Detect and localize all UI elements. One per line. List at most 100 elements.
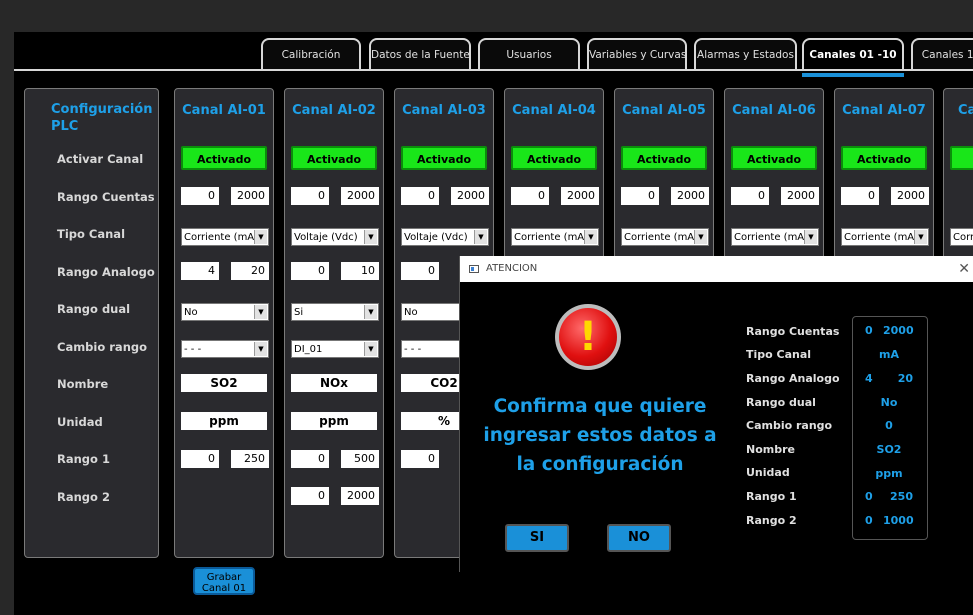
counts-min-input[interactable]: 0 — [511, 187, 549, 205]
tab-calibracion[interactable]: Calibración — [261, 38, 361, 69]
cambio-rango-select[interactable]: DI_01 ▼ — [291, 340, 379, 358]
counts-min-input[interactable]: 0 — [291, 187, 329, 205]
chevron-down-icon: ▼ — [914, 230, 927, 244]
unidad-input[interactable]: ppm — [181, 412, 267, 430]
activate-button[interactable]: Activado — [511, 146, 597, 170]
tab-canales-01-10[interactable]: Canales 01 -10 — [802, 38, 904, 71]
activate-button[interactable]: Activado — [401, 146, 487, 170]
tipo-canal-select[interactable]: Voltaje (Vdc) ▼ — [401, 228, 489, 246]
grabar-canal-button[interactable]: Grabar Canal 01 — [193, 567, 255, 595]
channel-title: Ca — [958, 103, 973, 118]
config-plc-title: Configuración PLC — [51, 102, 153, 134]
row-label-rango-dual: Rango dual — [57, 302, 131, 316]
tipo-canal-value: Corriente (mA) — [734, 232, 809, 243]
counts-min-input[interactable]: 0 — [401, 187, 439, 205]
cambio-rango-select[interactable]: - - - ▼ — [181, 340, 269, 358]
chevron-down-icon: ▼ — [254, 230, 267, 244]
rango1-max-input[interactable]: 250 — [231, 450, 269, 468]
activate-button[interactable]: Activado — [841, 146, 927, 170]
summary-label-rango-2: Rango 2 — [746, 514, 797, 527]
value-max: 250 — [890, 490, 913, 503]
rango-dual-select[interactable]: Si ▼ — [291, 303, 379, 321]
activate-button[interactable]: Activado — [181, 146, 267, 170]
no-button[interactable]: NO — [607, 524, 671, 552]
tipo-canal-value: Corri — [953, 232, 973, 243]
rango1-min-input[interactable]: 0 — [181, 450, 219, 468]
value-max: 1000 — [883, 514, 914, 527]
counts-min-input[interactable]: 0 — [621, 187, 659, 205]
counts-max-input[interactable]: 2000 — [671, 187, 709, 205]
analog-max-input[interactable]: 20 — [231, 262, 269, 280]
tipo-canal-select[interactable]: Corriente (mA) ▼ — [731, 228, 819, 246]
summary-label-rango-1: Rango 1 — [746, 490, 797, 503]
tipo-canal-select[interactable]: Voltaje (Vdc) ▼ — [291, 228, 379, 246]
tipo-canal-value: Corriente (mA) — [184, 232, 259, 243]
grabar-line1: Grabar — [206, 572, 242, 583]
counts-max-input[interactable]: 2000 — [561, 187, 599, 205]
yes-button[interactable]: SI — [505, 524, 569, 552]
chevron-down-icon: ▼ — [804, 230, 817, 244]
tipo-canal-value: Corriente (mA) — [844, 232, 919, 243]
tipo-canal-select[interactable]: Corriente (mA) ▼ — [181, 228, 269, 246]
chevron-down-icon: ▼ — [474, 230, 487, 244]
tab-variables-curvas[interactable]: Variables y Curvas — [587, 38, 687, 69]
rango1-max-input[interactable]: 500 — [341, 450, 379, 468]
chevron-down-icon: ▼ — [254, 342, 267, 356]
tipo-canal-select[interactable]: Corri — [950, 228, 973, 246]
tab-usuarios[interactable]: Usuarios — [478, 38, 580, 69]
activate-button[interactable]: A — [950, 146, 973, 170]
analog-max-input[interactable]: 10 — [341, 262, 379, 280]
tipo-canal-select[interactable]: Corriente (mA) ▼ — [621, 228, 709, 246]
close-icon[interactable]: ✕ — [958, 256, 970, 282]
rango-dual-value: No — [184, 307, 198, 318]
counts-max-input[interactable]: 2000 — [451, 187, 489, 205]
confirm-dialog: ATENCION ✕ ! Confirma que quiere ingresa… — [459, 256, 973, 572]
row-label-tipo-canal: Tipo Canal — [57, 227, 126, 241]
summary-label-tipo-canal: Tipo Canal — [746, 348, 812, 361]
rango-dual-select[interactable]: No ▼ — [181, 303, 269, 321]
rango-dual-value: No — [404, 307, 418, 318]
analog-min-input[interactable]: 0 — [401, 262, 439, 280]
confirm-line-1: Confirma que quiere — [493, 396, 707, 417]
tipo-canal-select[interactable]: Corriente (mA) ▼ — [841, 228, 929, 246]
row-label-rango-cuentas: Rango Cuentas — [57, 190, 155, 204]
summary-value-rango-dual: No — [880, 396, 898, 409]
counts-max-input[interactable]: 2000 — [341, 187, 379, 205]
rango2-min-input[interactable]: 0 — [291, 487, 329, 505]
tab-alarmas-estados[interactable]: Alarmas y Estados — [694, 38, 797, 69]
tab-canales-11[interactable]: Canales 11 — [911, 38, 973, 69]
tipo-canal-value: Voltaje (Vdc) — [294, 232, 358, 243]
row-label-unidad: Unidad — [57, 415, 103, 429]
value-max: 2000 — [883, 324, 914, 337]
rango-dual-value: Si — [294, 307, 304, 318]
chevron-down-icon: ▼ — [254, 305, 267, 319]
row-label-rango-analogo: Rango Analogo — [57, 265, 155, 279]
counts-max-input[interactable]: 2000 — [891, 187, 929, 205]
analog-min-input[interactable]: 0 — [291, 262, 329, 280]
active-tab-indicator — [802, 73, 904, 77]
summary-value-cambio-rango: 0 — [885, 419, 893, 432]
counts-max-input[interactable]: 2000 — [781, 187, 819, 205]
tipo-canal-value: Corriente (mA) — [514, 232, 589, 243]
rango1-min-input[interactable]: 0 — [401, 450, 439, 468]
nombre-input[interactable]: SO2 — [181, 374, 267, 392]
counts-min-input[interactable]: 0 — [731, 187, 769, 205]
confirm-message: Confirma que quiere ingresar estos datos… — [480, 392, 720, 479]
summary-value-tipo-canal: mA — [879, 348, 899, 361]
row-label-cambio-rango: Cambio rango — [57, 340, 148, 354]
analog-min-input[interactable]: 4 — [181, 262, 219, 280]
rango2-max-input[interactable]: 2000 — [341, 487, 379, 505]
unidad-input[interactable]: ppm — [291, 412, 377, 430]
summary-value-rango-cuentas: 0 2000 — [852, 324, 926, 337]
counts-max-input[interactable]: 2000 — [231, 187, 269, 205]
tipo-canal-select[interactable]: Corriente (mA) ▼ — [511, 228, 599, 246]
activate-button[interactable]: Activado — [621, 146, 707, 170]
tab-datos-fuente[interactable]: Datos de la Fuente — [369, 38, 471, 69]
nombre-input[interactable]: NOx — [291, 374, 377, 392]
value-min: 4 — [865, 372, 873, 385]
counts-min-input[interactable]: 0 — [181, 187, 219, 205]
activate-button[interactable]: Activado — [291, 146, 377, 170]
rango1-min-input[interactable]: 0 — [291, 450, 329, 468]
activate-button[interactable]: Activado — [731, 146, 817, 170]
counts-min-input[interactable]: 0 — [841, 187, 879, 205]
